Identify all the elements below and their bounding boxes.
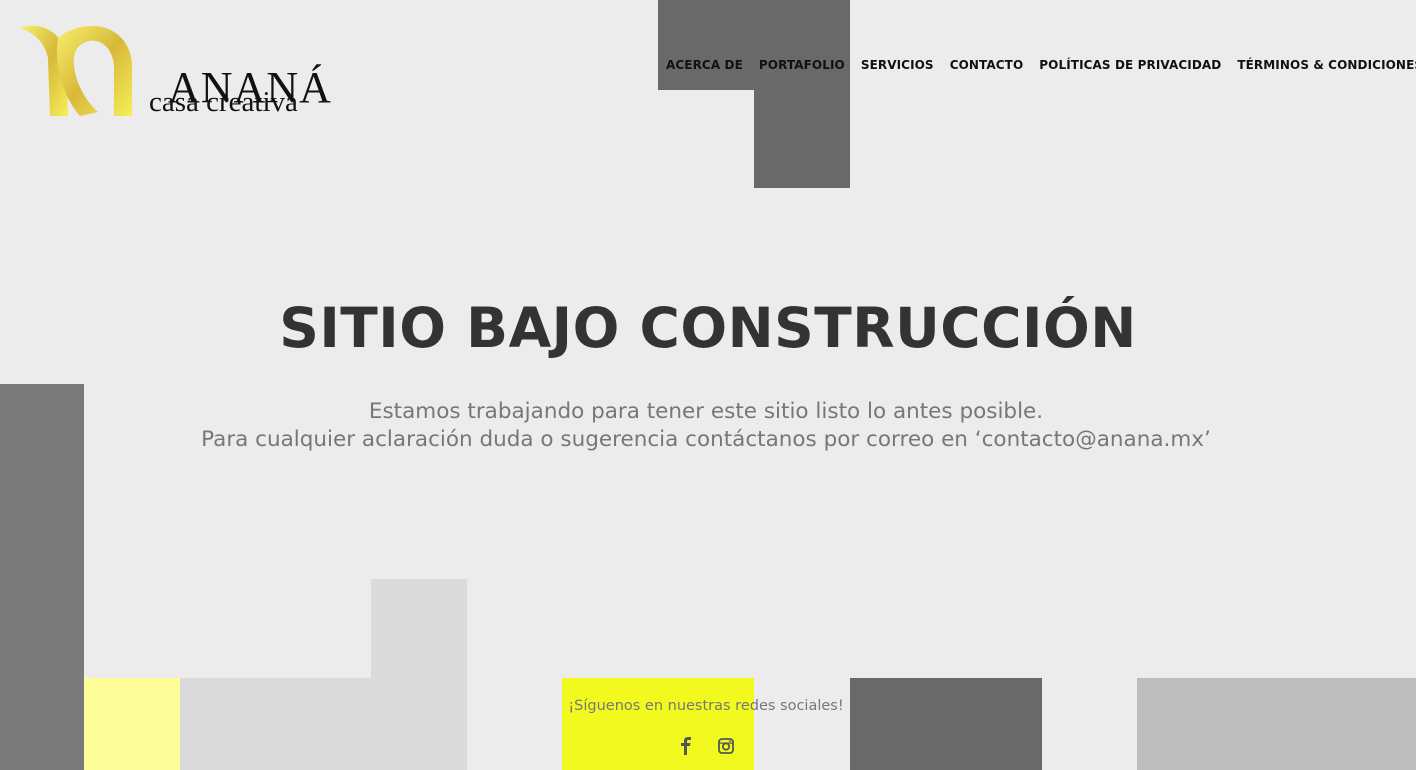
decorative-block-yellow bbox=[562, 678, 754, 770]
decorative-block-top-left bbox=[658, 0, 754, 90]
decorative-block-light-yellow bbox=[84, 678, 180, 770]
decorative-block-top-right bbox=[754, 0, 850, 188]
construction-message: Estamos trabajando para tener este sitio… bbox=[0, 398, 1412, 454]
nav-item-servicios[interactable]: SERVICIOS bbox=[861, 57, 934, 73]
decorative-block-light-gray-tall bbox=[371, 579, 467, 770]
brand-logo-link[interactable]: ANANÁ casa creativa bbox=[18, 22, 331, 122]
nav-item-politicas-de-privacidad[interactable]: POLÍTICAS DE PRIVACIDAD bbox=[1039, 57, 1221, 73]
brand-tagline: casa creativa bbox=[149, 86, 298, 118]
decorative-block-dark-gray bbox=[850, 678, 1042, 770]
decorative-block-silver bbox=[1137, 678, 1416, 770]
nav-item-terminos-condiciones[interactable]: TÉRMINOS & CONDICIONES bbox=[1237, 57, 1416, 73]
decorative-block-light-gray bbox=[180, 678, 371, 770]
main-navigation: ACERCA DE PORTAFOLIO SERVICIOS CONTACTO … bbox=[666, 57, 1416, 73]
nav-item-acerca-de[interactable]: ACERCA DE bbox=[666, 57, 743, 73]
message-line-2: Para cualquier aclaración duda o sugeren… bbox=[201, 427, 1211, 452]
follow-us-text: ¡Síguenos en nuestras redes sociales! bbox=[568, 698, 844, 714]
n-ribbon-logo-icon bbox=[20, 25, 132, 116]
nav-item-portafolio[interactable]: PORTAFOLIO bbox=[759, 57, 845, 73]
instagram-icon[interactable] bbox=[716, 736, 736, 756]
message-line-1: Estamos trabajando para tener este sitio… bbox=[368, 399, 1044, 424]
nav-item-contacto[interactable]: CONTACTO bbox=[950, 57, 1024, 73]
social-links bbox=[676, 736, 736, 756]
facebook-icon[interactable] bbox=[676, 736, 696, 756]
page-title: SITIO BAJO CONSTRUCCIÓN bbox=[279, 296, 1137, 360]
